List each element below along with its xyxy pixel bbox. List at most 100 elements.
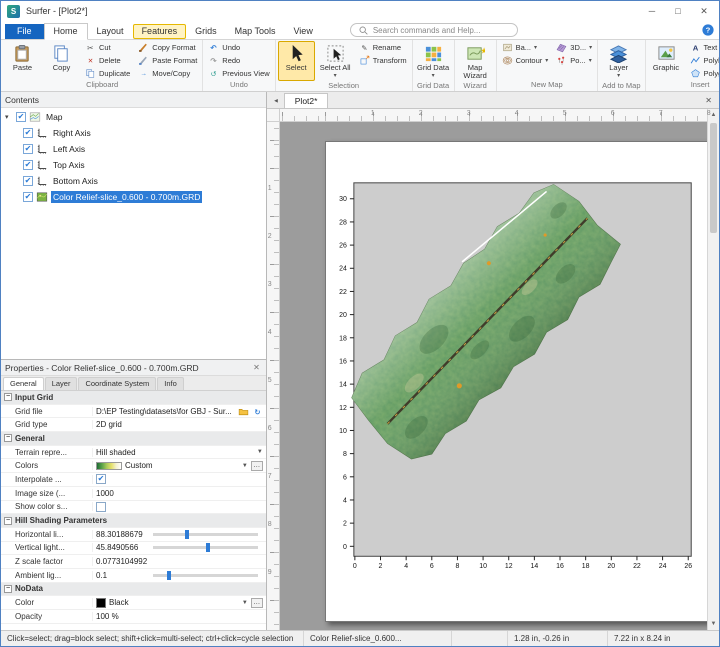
- move-copy-button[interactable]: →Move/Copy: [135, 67, 200, 80]
- tab-file[interactable]: File: [5, 24, 44, 39]
- tree-item-bottom-axis[interactable]: ✔Bottom Axis: [1, 173, 266, 189]
- color-swatch[interactable]: [96, 598, 106, 608]
- rename-button[interactable]: ✎Rename: [356, 41, 410, 54]
- slider-thumb[interactable]: [167, 571, 171, 580]
- tab-home[interactable]: Home: [44, 23, 88, 40]
- text-icon: A: [690, 42, 701, 53]
- grid-data-button[interactable]: Grid Data▾: [415, 41, 452, 81]
- collapse-icon[interactable]: −: [4, 585, 12, 593]
- vertical-scrollbar[interactable]: ▲ ▼: [707, 109, 719, 630]
- copy-format-button[interactable]: Copy Format: [135, 41, 200, 54]
- transform-button[interactable]: Transform: [356, 54, 410, 67]
- duplicate-button[interactable]: Duplicate: [82, 67, 133, 80]
- property-value: 2D grid: [93, 420, 266, 429]
- tree-item-right-axis[interactable]: ✔Right Axis: [1, 125, 266, 141]
- new-base-button[interactable]: Ba...▾: [499, 41, 552, 54]
- property-value: 88.30188679: [93, 530, 266, 539]
- collapse-icon[interactable]: −: [4, 517, 12, 525]
- layer-button[interactable]: Layer▾: [600, 41, 637, 81]
- insert-polygon-button[interactable]: Polygon: [687, 67, 719, 80]
- visibility-checkbox[interactable]: ✔: [23, 160, 33, 170]
- open-folder-icon[interactable]: [238, 406, 249, 417]
- transform-icon: [359, 55, 370, 66]
- tree-item-map[interactable]: ▾✔Map: [1, 109, 266, 125]
- doc-tab-plot2[interactable]: Plot2*: [284, 93, 329, 108]
- value-checkbox[interactable]: ✔: [96, 474, 106, 484]
- tab-view[interactable]: View: [284, 24, 321, 39]
- tree-item-top-axis[interactable]: ✔Top Axis: [1, 157, 266, 173]
- ellipsis-button[interactable]: …: [251, 598, 263, 608]
- insert-text-button[interactable]: AText: [687, 41, 719, 54]
- slider-thumb[interactable]: [185, 530, 189, 539]
- property-row-hill-shading-parameters[interactable]: −Hill Shading Parameters: [1, 514, 266, 528]
- new-post-button[interactable]: Po...▾: [553, 54, 595, 67]
- expander-icon[interactable]: ▾: [5, 113, 13, 121]
- property-row-color: ColorBlack▼…: [1, 596, 266, 610]
- visibility-checkbox[interactable]: ✔: [23, 128, 33, 138]
- properties-tab-general[interactable]: General: [3, 377, 44, 390]
- tree-item-color-relief-slice-0-600-0-700m-grd[interactable]: ✔Color Relief-slice_0.600 - 0.700m.GRD: [1, 189, 266, 205]
- visibility-checkbox[interactable]: ✔: [16, 112, 26, 122]
- select-button[interactable]: Select: [278, 41, 315, 81]
- map-wizard-button[interactable]: ★Map Wizard: [457, 41, 494, 81]
- properties-tab-coordinate-system[interactable]: Coordinate System: [78, 377, 156, 390]
- colormap-swatch[interactable]: [96, 462, 122, 470]
- visibility-checkbox[interactable]: ✔: [23, 144, 33, 154]
- copy-button[interactable]: Copy: [43, 41, 80, 80]
- slider-thumb[interactable]: [206, 543, 210, 552]
- close-button[interactable]: ✕: [691, 2, 717, 20]
- properties-tab-info[interactable]: Info: [157, 377, 184, 390]
- chevron-down-icon[interactable]: ▼: [242, 600, 248, 606]
- ruler-number: 5: [268, 377, 272, 384]
- tab-layout[interactable]: Layout: [88, 24, 133, 39]
- doc-tab-nav-left-icon[interactable]: ◄: [270, 94, 282, 106]
- collapse-icon[interactable]: −: [4, 434, 12, 442]
- new-contour-button[interactable]: Contour▾: [499, 54, 552, 67]
- value-slider[interactable]: [153, 546, 258, 549]
- chevron-down-icon[interactable]: ▼: [257, 449, 263, 455]
- cut-button[interactable]: ✂Cut: [82, 41, 133, 54]
- redo-button[interactable]: ↷Redo: [205, 54, 272, 67]
- tab-map-tools[interactable]: Map Tools: [226, 24, 285, 39]
- tab-grids[interactable]: Grids: [186, 24, 226, 39]
- scroll-thumb[interactable]: [710, 123, 717, 233]
- value-slider[interactable]: [153, 533, 258, 536]
- ribbon-help-button[interactable]: ?: [701, 23, 715, 37]
- paste-button[interactable]: Paste: [4, 41, 41, 80]
- graphic-button[interactable]: Graphic: [648, 41, 685, 80]
- polygon-icon: [690, 68, 701, 79]
- minimize-button[interactable]: ─: [639, 2, 665, 20]
- tab-features[interactable]: Features: [133, 24, 187, 39]
- previous-view-button[interactable]: ↺Previous View: [205, 67, 272, 80]
- prev-view-icon: ↺: [208, 68, 219, 79]
- maximize-button[interactable]: □: [665, 2, 691, 20]
- insert-polyline-button[interactable]: Polyline: [687, 54, 719, 67]
- properties-close-icon[interactable]: ✕: [251, 363, 262, 372]
- value-slider[interactable]: [153, 574, 258, 577]
- visibility-checkbox[interactable]: ✔: [23, 176, 33, 186]
- scroll-track[interactable]: [708, 121, 719, 618]
- refresh-icon[interactable]: ↻: [252, 406, 263, 417]
- property-row-ambient-lig: Ambient lig...0.1: [1, 569, 266, 583]
- contents-header: Contents: [1, 92, 266, 108]
- ellipsis-button[interactable]: …: [251, 461, 263, 471]
- property-row-input-grid[interactable]: −Input Grid: [1, 391, 266, 405]
- delete-button[interactable]: ✕Delete: [82, 54, 133, 67]
- undo-button[interactable]: ↶Undo: [205, 41, 272, 54]
- paste-format-button[interactable]: Paste Format: [135, 54, 200, 67]
- new-3d-button[interactable]: 3D...▾: [553, 41, 595, 54]
- property-row-general[interactable]: −General: [1, 432, 266, 446]
- visibility-checkbox[interactable]: ✔: [23, 192, 33, 202]
- doc-close-icon[interactable]: ✕: [701, 96, 716, 105]
- value-checkbox[interactable]: [96, 502, 106, 512]
- chevron-down-icon[interactable]: ▼: [242, 463, 248, 469]
- select-all-button[interactable]: Select All▾: [317, 41, 354, 81]
- tree-item-left-axis[interactable]: ✔Left Axis: [1, 141, 266, 157]
- title-bar: S Surfer - [Plot2*] ─ □ ✕: [1, 1, 719, 21]
- collapse-icon[interactable]: −: [4, 393, 12, 401]
- section-label: Input Grid: [15, 393, 266, 402]
- scroll-down-icon[interactable]: ▼: [708, 618, 719, 630]
- command-search-input[interactable]: Search commands and Help...: [350, 23, 518, 37]
- property-row-nodata[interactable]: −NoData: [1, 583, 266, 597]
- properties-tab-layer[interactable]: Layer: [45, 377, 78, 390]
